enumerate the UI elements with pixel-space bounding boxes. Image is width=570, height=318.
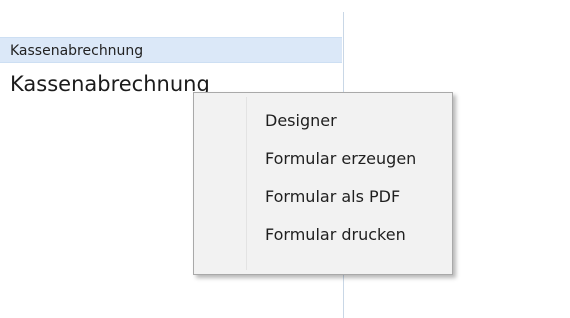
menu-item-label: Designer (265, 111, 337, 130)
menu-item-designer[interactable]: Designer (196, 106, 450, 136)
menu-item-formular-drucken[interactable]: Formular drucken (196, 220, 450, 250)
menu-item-formular-als-pdf[interactable]: Formular als PDF (196, 182, 450, 212)
menu-item-label: Formular erzeugen (265, 149, 417, 168)
list-item-selected[interactable]: Kassenabrechnung (0, 37, 342, 63)
menu-item-formular-erzeugen[interactable]: Formular erzeugen (196, 144, 450, 174)
list-item-title[interactable]: Kassenabrechnung (10, 74, 210, 95)
menu-item-label: Formular drucken (265, 225, 406, 244)
screen: Kassenabrechnung Kassenabrechnung Design… (0, 0, 570, 318)
list-item-label: Kassenabrechnung (10, 43, 144, 59)
context-menu: Designer Formular erzeugen Formular als … (193, 92, 453, 275)
menu-item-label: Formular als PDF (265, 187, 401, 206)
